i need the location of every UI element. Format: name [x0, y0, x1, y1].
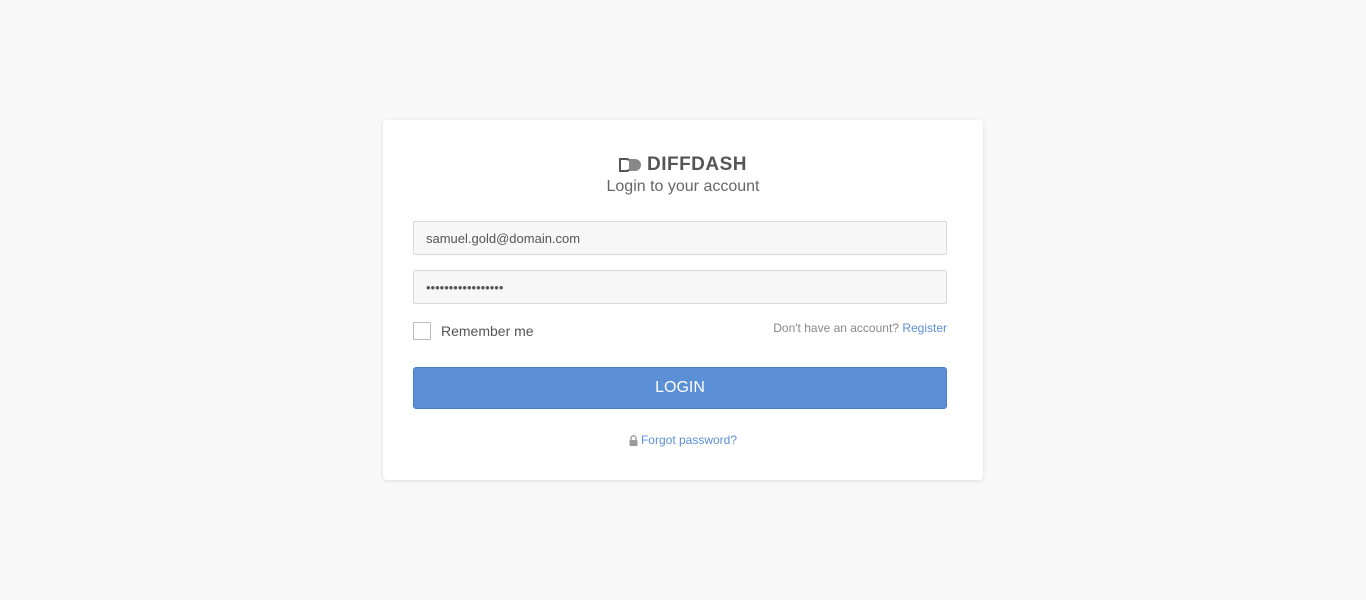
lock-icon — [629, 434, 638, 446]
brand-name: DIFFDASH — [646, 154, 748, 175]
diffdash-logo-icon — [618, 158, 641, 172]
page-subtitle: Login to your account — [606, 178, 760, 195]
remember-checkbox[interactable] — [413, 322, 431, 340]
register-prompt: Don't have an account? Register — [773, 321, 947, 335]
password-input[interactable] — [413, 270, 947, 304]
forgot-password-link[interactable]: Forgot password? — [641, 433, 737, 447]
forgot-password: Forgot password? — [383, 433, 983, 447]
email-input[interactable] — [413, 221, 947, 255]
brand-header: DIFFDASH — [383, 154, 983, 176]
login-card: DIFFDASH Login to your account Remember … — [383, 120, 983, 480]
remember-me[interactable]: Remember me — [413, 322, 534, 340]
register-prompt-text: Don't have an account? — [773, 321, 899, 335]
register-link[interactable]: Register — [902, 321, 947, 335]
remember-label: Remember me — [441, 323, 534, 339]
login-button[interactable]: LOGIN — [413, 367, 947, 409]
